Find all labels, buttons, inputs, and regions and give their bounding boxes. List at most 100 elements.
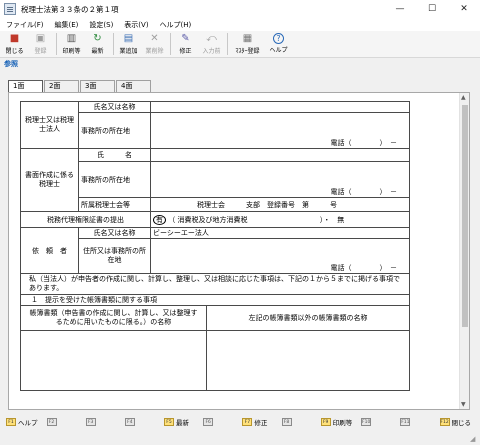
scrollbar-thumb[interactable] (462, 105, 468, 327)
tab-page-2[interactable]: 2面 (44, 80, 79, 92)
vertical-scrollbar[interactable]: ▲ ▼ (459, 93, 469, 409)
section-1-heading: １ 提示を受けた帳簿書類に関する事項 (20, 294, 410, 306)
menu-bar: ファイル(F) 編集(E) 設定(S) 表示(V) ヘルプ(H) (0, 18, 480, 31)
minimize-button[interactable]: — (384, 0, 416, 18)
function-key-bar: F1 ヘルプ F2 F3 F4 F5 最新 F6 F7 修正 F8 F9 印刷等 F10 F11 F12 閉じる (0, 412, 480, 432)
fkey-label: 閉じる (451, 419, 472, 427)
delete-row-icon: ✕ (150, 33, 159, 44)
other-ledger-column-header: 左記の帳簿書類以外の帳簿書類の名称 (206, 306, 410, 331)
fkey-badge: F6 (203, 418, 214, 426)
client-header: 依 頼 者 (20, 227, 79, 274)
fkey-badge: F5 (164, 418, 175, 426)
title-bar: 税理士法第３３条の２第１項 — ☐ ✕ (0, 0, 480, 18)
refresh-icon: ↻ (93, 33, 102, 44)
office-field[interactable]: 電話（ ） － (150, 112, 410, 149)
fkey-f4: F4 (124, 415, 155, 429)
printer-icon: ▥ (66, 33, 77, 44)
fkey-f5[interactable]: F5 最新 (164, 415, 194, 429)
office-label: 事務所の所在地 (78, 112, 151, 149)
power-yes-circled: 有 (153, 214, 166, 225)
power-none: ）・ 無 (319, 215, 345, 224)
toolbar-separator (227, 33, 228, 55)
tab-page-3[interactable]: 3面 (80, 80, 115, 92)
print-button[interactable]: ▥ 印刷等 (60, 31, 83, 57)
fkey-label: 最新 (176, 419, 190, 427)
other-ledger-names-field[interactable] (206, 329, 410, 391)
client-name-field[interactable]: ビーシーエー法人 (150, 227, 410, 239)
preparer-header: 書面作成に係る税理士 (20, 148, 79, 212)
resize-grip-icon[interactable]: ◢ (470, 435, 478, 443)
help-button[interactable]: ? ヘルプ (267, 31, 290, 57)
declaration-form: 税理士又は税理士法人 氏名又は名称 事務所の所在地 電話（ ） － 書面作成に係… (20, 101, 410, 391)
toolbar-separator (113, 33, 114, 55)
preparer-office-label: 事務所の所在地 (78, 161, 151, 198)
name-field[interactable] (150, 101, 410, 113)
fkey-badge: F2 (46, 418, 57, 426)
tab-page-1[interactable]: 1面 (8, 80, 43, 92)
preparer-name-field[interactable] (150, 148, 410, 162)
add-row-button[interactable]: ▤ 業追加 (117, 31, 140, 57)
office-tel: 電話（ ） － (330, 139, 398, 147)
menu-help[interactable]: ヘルプ(H) (160, 20, 192, 30)
reference-bar: 参照 (0, 58, 480, 69)
association-field[interactable]: 税理士会 支部 登録番号 第 号 (150, 197, 410, 212)
fkey-f6: F6 (203, 415, 233, 429)
preparer-name-label: 氏 名 (78, 148, 151, 162)
edit-button[interactable]: ✎ 修正 (174, 31, 197, 57)
fkey-f8: F8 (281, 415, 312, 429)
preparer-tel: 電話（ ） － (330, 188, 398, 196)
close-button[interactable]: ✕ (448, 0, 480, 18)
fkey-label: 修正 (254, 419, 268, 427)
fkey-label: 印刷等 (332, 419, 353, 427)
fkey-f10: F10 (361, 415, 391, 429)
fkey-badge: F4 (124, 418, 135, 426)
master-register-button[interactable]: ▦ ﾏｽﾀｰ登録 (231, 31, 264, 57)
close-tool-button[interactable]: ■ 閉じる (3, 31, 26, 57)
undo-input-button: ⤺ 入力前 (202, 33, 221, 55)
menu-settings[interactable]: 設定(S) (89, 20, 113, 30)
help-icon: ? (273, 33, 284, 44)
fkey-badge: F11 (400, 418, 411, 426)
tax-accountant-header: 税理士又は税理士法人 (20, 101, 79, 149)
ledger-column-header: 帳簿書類（申告書の作成に関し、計算し、又は整理するために用いたものに限る。）の名… (20, 306, 207, 331)
ledger-names-field[interactable] (20, 329, 207, 391)
refresh-button[interactable]: ↻ 最新 (86, 31, 109, 57)
fkey-f12[interactable]: F12 閉じる (439, 415, 472, 429)
power-of-attorney-field[interactable]: 有 （ 消費税及び地方消費税 ）・ 無 (150, 211, 410, 228)
preparer-office-field[interactable]: 電話（ ） － (150, 161, 410, 198)
fkey-f11: F11 (400, 415, 430, 429)
fkey-badge: F9 (320, 418, 331, 426)
app-icon (4, 3, 16, 15)
fkey-f7[interactable]: F7 修正 (242, 415, 272, 429)
form-panel: 税理士又は税理士法人 氏名又は名称 事務所の所在地 電話（ ） － 書面作成に係… (8, 92, 470, 410)
scroll-down-icon[interactable]: ▼ (461, 401, 466, 408)
fkey-f9[interactable]: F9 印刷等 (320, 415, 353, 429)
toolbar-separator (170, 33, 171, 55)
fkey-badge: F7 (242, 418, 253, 426)
fkey-badge: F3 (85, 418, 96, 426)
window-title: 税理士法第３３条の２第１項 (21, 4, 119, 14)
client-address-field[interactable]: 電話（ ） － (150, 238, 410, 274)
menu-file[interactable]: ファイル(F) (6, 20, 44, 30)
undo-icon: ⤺ (206, 33, 217, 44)
save-icon: ▣ (35, 33, 46, 44)
add-row-icon: ▤ (123, 33, 134, 44)
fkey-badge: F1 (6, 418, 16, 426)
client-address-label: 住所又は事務所の所在地 (78, 238, 151, 274)
delete-row-button: ✕ 業削除 (145, 33, 164, 55)
toolbar: ■ 閉じる ▣ 登録 ▥ 印刷等 ↻ 最新 ▤ 業追加 ✕ 業削除 ✎ 修正 ⤺ 入力前 ▦ ﾏｽ… (0, 31, 480, 58)
edit-icon: ✎ (181, 33, 190, 44)
power-tax-type: （ 消費税及び地方消費税 (168, 215, 248, 224)
scroll-up-icon[interactable]: ▲ (461, 94, 466, 101)
power-of-attorney-label: 税務代理権限証書の提出 (20, 211, 151, 228)
menu-view[interactable]: 表示(V) (124, 20, 148, 30)
menu-edit[interactable]: 編集(E) (55, 20, 79, 30)
name-label: 氏名又は名称 (78, 101, 151, 113)
fkey-label: ヘルプ (18, 419, 38, 427)
fkey-f1[interactable]: F1 ヘルプ (6, 415, 38, 429)
register-button: ▣ 登録 (34, 33, 47, 55)
tab-page-4[interactable]: 4面 (116, 80, 151, 92)
fkey-badge: F8 (281, 418, 292, 426)
maximize-button[interactable]: ☐ (416, 0, 448, 18)
reference-label: 参照 (4, 60, 18, 68)
